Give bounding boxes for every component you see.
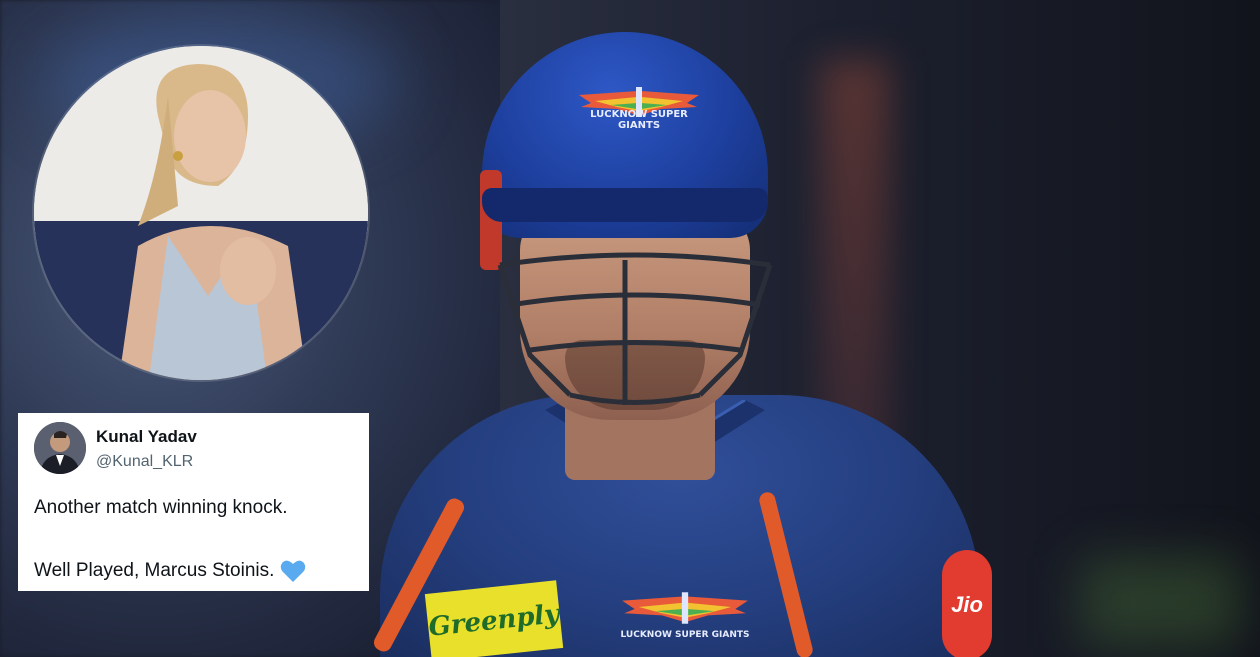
avatar (34, 422, 86, 474)
helmet-team-logo: LUCKNOW SUPER GIANTS (577, 87, 701, 147)
blurred-green-patch (1080, 557, 1240, 647)
photo-background: LUCKNOW SUPER GIANTS Greenply LUCKNOW SU… (0, 0, 1260, 657)
spectator-figure (118, 64, 308, 380)
chest-team-logo: LUCKNOW SUPER GIANTS (620, 588, 750, 657)
chest-logo-text: LUCKNOW SUPER GIANTS (620, 630, 750, 640)
tweet-card: Kunal Yadav @Kunal_KLR Another match win… (18, 413, 369, 591)
helmet-grille (497, 252, 773, 405)
wings-icon (622, 592, 748, 624)
tweet-text-line2: Well Played, Marcus Stoinis. (34, 559, 306, 583)
tweet-author-name[interactable]: Kunal Yadav (96, 427, 197, 447)
avatar-person-icon (34, 422, 86, 474)
sponsor-logo: Greenply (424, 580, 564, 657)
tweet-author-handle[interactable]: @Kunal_KLR (96, 453, 193, 471)
spectator-inset-photo (34, 46, 368, 380)
tweet-text-line1: Another match winning knock. (34, 497, 288, 518)
blue-heart-icon (281, 560, 306, 582)
helmet-brim (482, 188, 768, 222)
jersey-badge: Jio (942, 550, 992, 657)
cricket-player: LUCKNOW SUPER GIANTS Greenply LUCKNOW SU… (370, 20, 992, 657)
tweet-text-line2-text: Well Played, Marcus Stoinis. (34, 560, 275, 581)
helmet-logo-text: LUCKNOW SUPER GIANTS (590, 109, 688, 131)
